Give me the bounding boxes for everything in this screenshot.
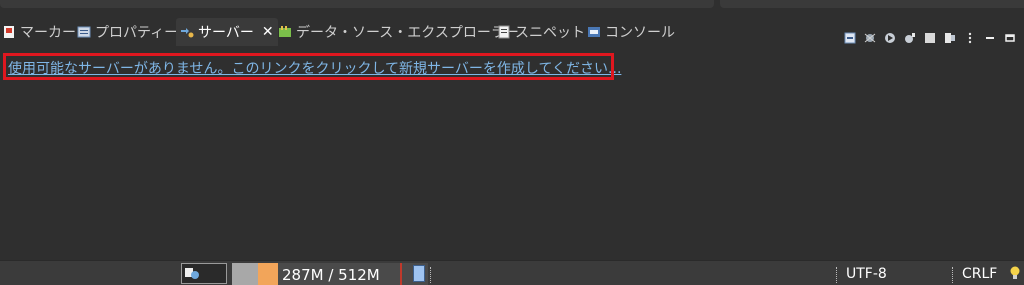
- tab-label: マーカー: [20, 25, 76, 41]
- publish-icon[interactable]: [944, 29, 956, 43]
- servers-view-content: 使用可能なサーバーがありません。このリンクをクリックして新規サーバーを作成してく…: [0, 46, 1024, 260]
- tab-markers[interactable]: マーカー: [2, 18, 76, 46]
- markers-icon: [2, 25, 16, 39]
- top-strip: [0, 0, 1024, 12]
- tab-label: コンソール: [605, 25, 675, 41]
- maximize-icon[interactable]: [1004, 29, 1016, 42]
- data-source-explorer-icon: [278, 25, 292, 39]
- tab-label: サーバー: [198, 25, 254, 41]
- view-toolbar: [844, 26, 1016, 44]
- tab-label: スニペット: [515, 25, 585, 41]
- tab-snippets[interactable]: スニペット: [497, 18, 585, 46]
- heap-committed-bar: [258, 263, 278, 285]
- heap-label: 287M / 512M: [282, 266, 380, 284]
- snippets-icon: [497, 25, 511, 39]
- view-tab-bar: マーカー プロパティー サーバー ✕ データ・ソース・エクスプローラー スニペッ…: [0, 12, 1024, 46]
- servers-icon: [180, 25, 194, 39]
- encoding-label[interactable]: UTF-8: [846, 266, 887, 282]
- console-icon: [587, 25, 601, 39]
- view-menu-icon[interactable]: [964, 29, 976, 44]
- task-status-icon[interactable]: [181, 263, 227, 284]
- close-icon[interactable]: ✕: [262, 24, 274, 40]
- tab-data-source-explorer[interactable]: データ・ソース・エクスプローラー: [278, 18, 519, 46]
- lightbulb-icon[interactable]: [1009, 265, 1021, 281]
- outline-area-edge: [720, 0, 1024, 8]
- status-separator: [952, 267, 953, 283]
- minimize-icon[interactable]: [984, 29, 996, 41]
- tab-label: データ・ソース・エクスプローラー: [296, 25, 519, 41]
- tab-label: プロパティー: [95, 25, 179, 41]
- stop-server-icon[interactable]: [924, 29, 936, 43]
- garbage-collect-icon[interactable]: [413, 265, 425, 282]
- heap-status[interactable]: 287M / 512M: [232, 263, 428, 285]
- collapse-icon[interactable]: [844, 29, 856, 44]
- start-server-icon[interactable]: [884, 29, 896, 43]
- status-separator: [430, 267, 431, 283]
- tab-servers[interactable]: サーバー ✕: [176, 18, 278, 46]
- heap-used-bar: [232, 263, 258, 285]
- status-separator: [836, 267, 837, 283]
- highlight-box: [3, 53, 614, 80]
- line-ending-label[interactable]: CRLF: [962, 266, 997, 282]
- profile-server-icon[interactable]: [904, 29, 916, 43]
- tab-console[interactable]: コンソール: [587, 18, 675, 46]
- tab-properties[interactable]: プロパティー: [77, 18, 178, 46]
- properties-icon: [77, 25, 91, 39]
- heap-max-marker: [400, 263, 402, 285]
- status-bar: 287M / 512M UTF-8 CRLF: [0, 260, 1024, 285]
- debug-server-icon[interactable]: [864, 29, 876, 43]
- editor-area-edge: [0, 0, 714, 8]
